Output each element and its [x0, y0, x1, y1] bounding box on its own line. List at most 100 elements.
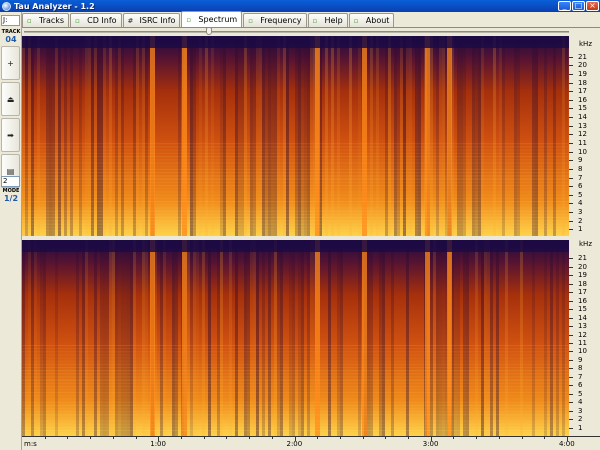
tab-about[interactable]: ▫ About: [348, 13, 395, 27]
spectrum-column: [385, 36, 388, 236]
drive-select[interactable]: J:: [1, 15, 20, 26]
spectrum-column: [217, 240, 220, 436]
spectrum-column: [142, 240, 145, 436]
maximize-button[interactable]: □: [572, 1, 585, 11]
harmonic-line: [22, 217, 569, 219]
frequency-label: 8: [578, 164, 583, 173]
spectrum-column: [271, 36, 274, 236]
frequency-label: 3: [578, 208, 583, 217]
frequency-label: 15: [578, 104, 587, 113]
tab-cd-info[interactable]: ▫ CD Info: [70, 13, 122, 27]
spectrum-column: [118, 240, 121, 436]
spectrum-column: [418, 36, 421, 236]
spectrum-column: [478, 36, 481, 236]
frequency-tick: [569, 220, 573, 222]
spectrum-column: [112, 240, 115, 436]
spectrum-column: [325, 36, 328, 236]
spectrum-column: [277, 36, 280, 236]
spectrum-column: [238, 36, 241, 236]
spectrum-column: [109, 36, 112, 236]
spectrum-column: [274, 36, 277, 236]
frequency-label: 18: [578, 78, 587, 87]
check-icon: ▫: [353, 16, 359, 25]
harmonic-line: [22, 357, 569, 359]
tab-bar: ▫ Tracks ▫ CD Info # ISRC Info ▫ Spectru…: [22, 11, 600, 28]
spectrum-column: [358, 240, 361, 436]
spectrum-column: [460, 36, 463, 236]
spectrum-column: [442, 36, 445, 236]
mode-select[interactable]: 2: [1, 176, 20, 187]
spectrum-column: [94, 240, 97, 436]
spectrum-column: [481, 36, 484, 236]
transient-stripe: [315, 240, 320, 436]
time-minor-tick: [544, 437, 546, 439]
minimize-button[interactable]: _: [558, 1, 571, 11]
spectrum-column: [391, 240, 394, 436]
tab-label: About: [365, 16, 390, 25]
spectrum-column: [253, 36, 256, 236]
tab-help[interactable]: ▫ Help: [307, 13, 348, 27]
spectrogram-top-svg: [22, 36, 569, 236]
harmonic-line: [22, 175, 569, 177]
spectrum-column: [115, 36, 118, 236]
harmonic-line: [22, 156, 569, 158]
harmonic-line: [22, 191, 569, 193]
tab-spectrum[interactable]: ▫ Spectrum: [181, 11, 243, 27]
harmonic-line: [22, 354, 569, 356]
frequency-label: 10: [578, 147, 587, 156]
eject-button[interactable]: ⏏: [1, 82, 20, 116]
frequency-label: 9: [578, 156, 583, 165]
spectrum-column: [349, 36, 352, 236]
frequency-tick: [569, 56, 573, 58]
tab-isrc-info[interactable]: # ISRC Info: [122, 13, 181, 27]
spectrum-column: [466, 240, 469, 436]
spectrum-column: [22, 36, 25, 236]
frequency-unit-bottom: kHz: [579, 240, 592, 248]
harmonic-line: [22, 376, 569, 378]
tab-tracks[interactable]: ▫ Tracks: [22, 13, 70, 27]
frequency-label: 7: [578, 372, 583, 381]
frequency-label: 10: [578, 347, 587, 356]
time-minor-tick: [180, 437, 182, 439]
add-button[interactable]: +: [1, 46, 20, 80]
frequency-label: 6: [578, 381, 583, 390]
spectrum-column: [382, 240, 385, 436]
frequency-tick: [569, 258, 573, 260]
spectrum-column: [235, 36, 238, 236]
spectrum-column: [268, 36, 271, 236]
frequency-label: 14: [578, 113, 587, 122]
position-slider-track[interactable]: [24, 31, 569, 33]
spectrum-column: [70, 36, 73, 236]
spectrum-column: [472, 36, 475, 236]
harmonic-line: [22, 423, 569, 425]
spectrum-column: [403, 36, 406, 236]
harmonic-line: [22, 373, 569, 375]
time-minor-tick: [408, 437, 410, 439]
frequency-tick: [569, 125, 573, 127]
spectrum-column: [358, 36, 361, 236]
spectrum-column: [190, 240, 193, 436]
frequency-tick: [569, 82, 573, 84]
spectrum-column: [127, 240, 130, 436]
spectrum-column: [310, 36, 313, 236]
spectrum-column: [370, 240, 373, 436]
spectrum-column: [106, 240, 109, 436]
spectrogram-bottom-svg: [22, 240, 569, 436]
check-icon: ▫: [186, 15, 192, 24]
frequency-label: 2: [578, 415, 583, 424]
spectrum-column: [298, 36, 301, 236]
harmonic-line: [22, 414, 569, 416]
frequency-label: 6: [578, 182, 583, 191]
spectrum-column: [103, 240, 106, 436]
position-slider-thumb[interactable]: [206, 27, 213, 35]
tab-frequency[interactable]: ▫ Frequency: [243, 13, 307, 27]
frequency-label: 11: [578, 139, 587, 147]
frequency-label: 18: [578, 279, 587, 288]
harmonic-line: [22, 382, 569, 384]
frequency-tick: [569, 151, 573, 153]
close-button[interactable]: ×: [586, 1, 599, 11]
next-button[interactable]: ➡: [1, 118, 20, 152]
spectrum-column: [94, 36, 97, 236]
frequency-tick: [569, 393, 573, 395]
spectrum-column: [376, 36, 379, 236]
